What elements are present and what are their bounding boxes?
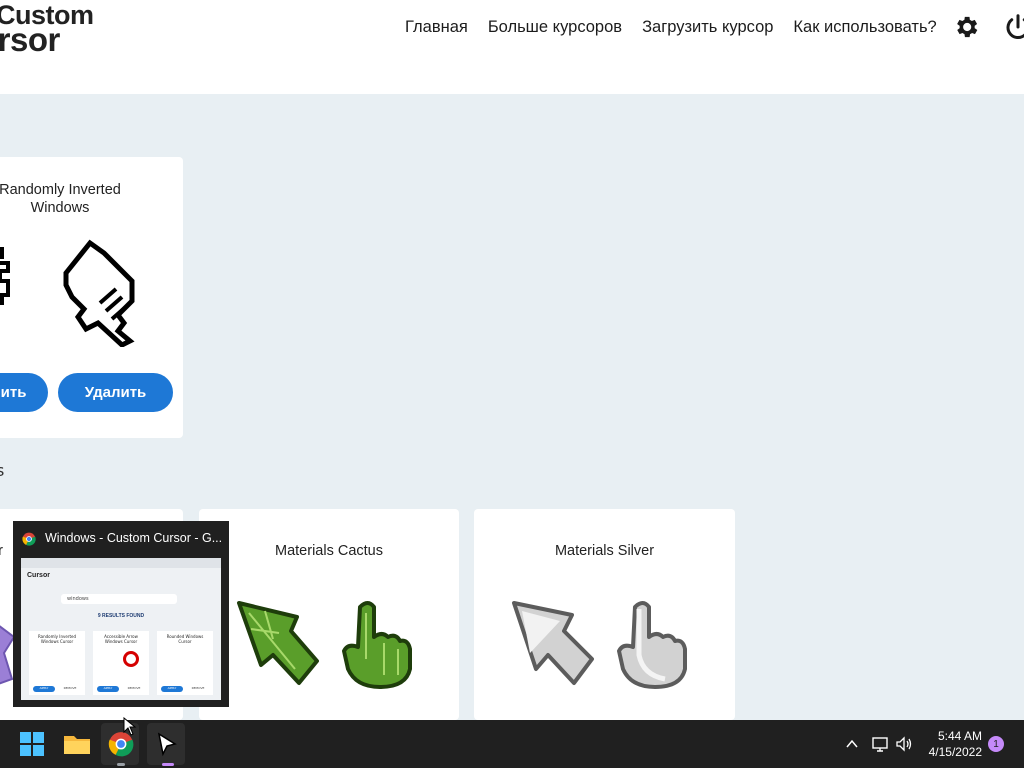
windows-start-icon[interactable] [16,728,48,760]
preview-window-title: Windows - Custom Cursor - G... [45,531,221,545]
section-title-fragment: s [0,461,5,480]
delete-button[interactable]: Удалить [58,373,173,412]
card-title: Materials Silver [554,543,655,559]
power-icon[interactable] [1003,12,1024,42]
cursor-arrow-preview [0,247,10,305]
nav-more-cursors[interactable]: Больше курсоров [488,18,622,37]
silver-hand-preview [617,601,687,689]
gear-icon[interactable] [952,13,980,41]
cursor-card-materials-silver: Materials Silver [474,509,735,720]
cursor-card-materials-cactus: Materials Cactus [199,509,459,720]
volume-icon[interactable] [895,735,913,753]
nav-upload-cursor[interactable]: Загрузить курсор [642,18,773,37]
preview-thumbnail: Cursor windows 9 RESULTS FOUND Randomly … [21,558,221,700]
thumb-card: Randomly Inverted Windows Cursor APPLY R… [29,631,85,695]
cactus-hand-preview [342,601,412,689]
thumb-no-icon [123,651,139,667]
system-clock[interactable]: 5:44 AM 4/15/2022 [929,728,982,760]
silver-arrow-preview [512,601,594,685]
taskbar: 5:44 AM 4/15/2022 [0,720,1024,768]
chevron-up-icon[interactable] [845,737,859,751]
cactus-arrow-preview [237,601,319,685]
thumb-logo: Cursor [27,572,50,579]
chrome-running-indicator [117,763,125,766]
network-icon[interactable] [871,735,889,753]
thumb-results: 9 RESULTS FOUND [97,613,145,619]
cursor-app-running-indicator [162,763,174,766]
main-nav: Главная Больше курсоров Загрузить курсор… [405,18,957,37]
thumb-card: Rounded Windows Cursor APPLY REMOVE [157,631,213,695]
clock-time: 5:44 AM [937,729,982,743]
cursor-card-inverted-windows: Randomly Inverted Windows нить Удалить [0,157,183,438]
nav-home[interactable]: Главная [405,18,468,37]
card-title: Materials Cactus [275,543,383,559]
taskbar-window-preview[interactable]: Windows - Custom Cursor - G... Cursor wi… [13,521,229,707]
card-title: Randomly Inverted Windows [0,182,121,216]
notification-badge[interactable]: 1 [988,736,1004,752]
site-header: Custom ursor Главная Больше курсоров Заг… [0,0,1024,94]
clock-date: 4/15/2022 [928,745,982,759]
thumb-search: windows [61,594,177,604]
mouse-pointer-icon [123,717,137,736]
chrome-icon [22,532,36,546]
cursor-hand-preview [63,239,135,347]
custom-cursor-app-icon[interactable] [150,728,182,760]
card-title-fragment: er [0,543,3,559]
site-logo[interactable]: Custom ursor [0,2,94,57]
thumb-browser-bar [21,558,221,568]
apply-button[interactable]: нить [0,373,48,412]
thumb-card: Accessible Arrow Windows Cursor APPLY RE… [93,631,149,695]
nav-how-to-use[interactable]: Как использовать? [793,18,936,37]
file-explorer-icon[interactable] [61,728,93,760]
